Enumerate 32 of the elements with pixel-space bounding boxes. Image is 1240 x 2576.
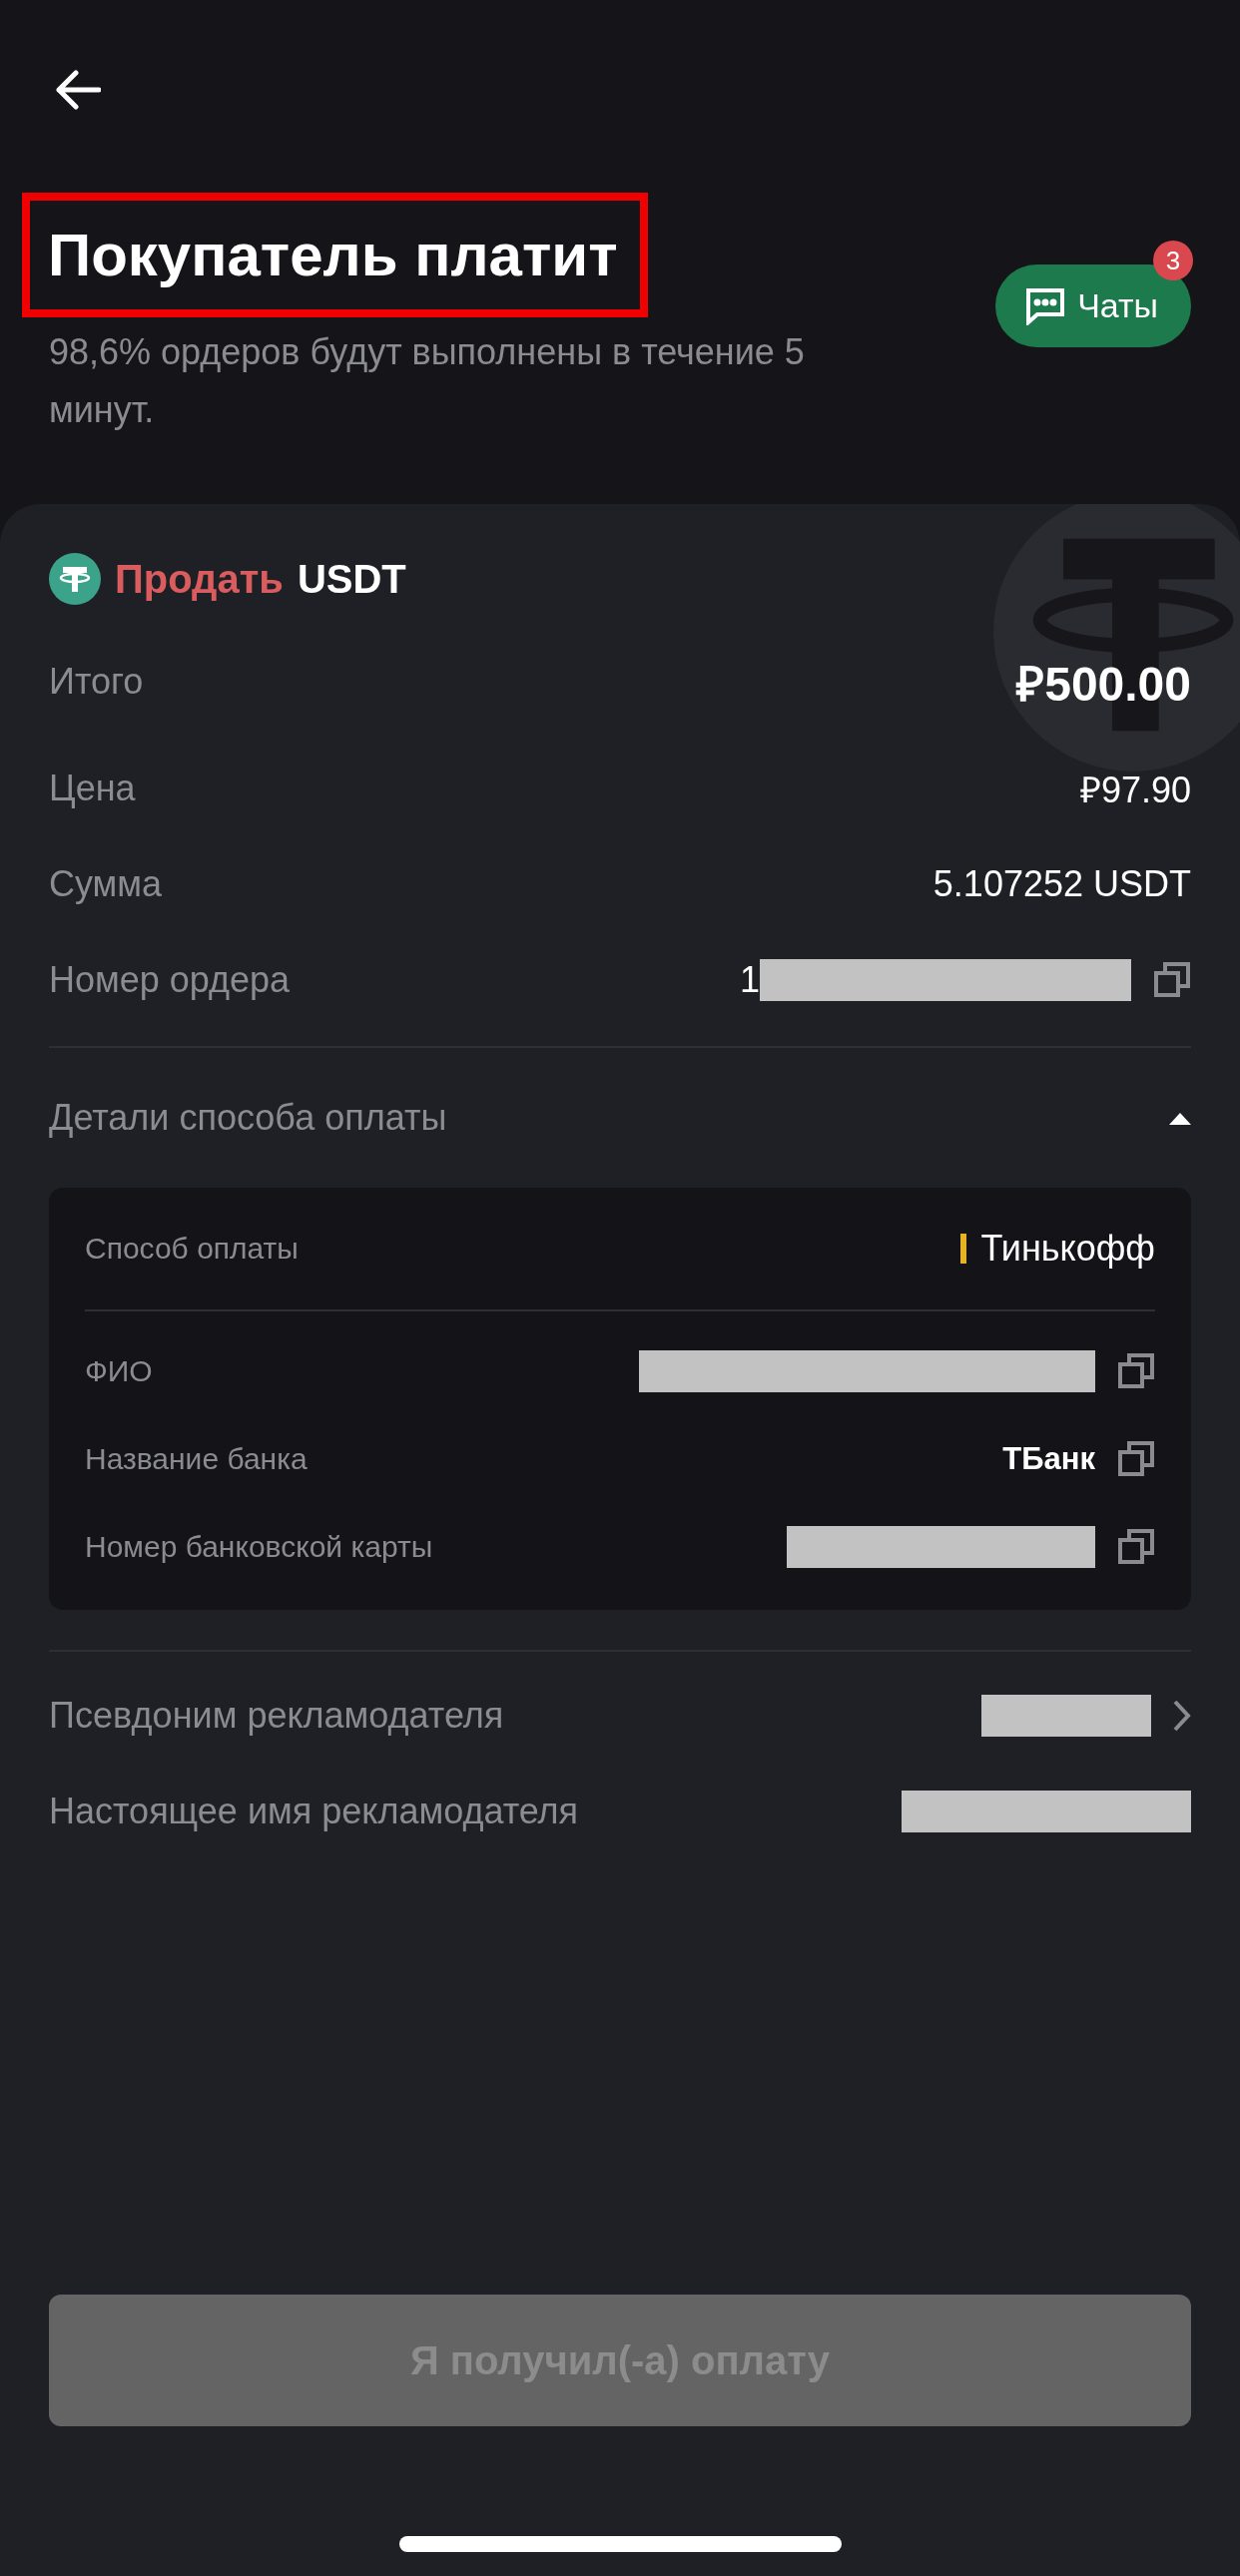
back-arrow-icon[interactable]	[55, 70, 101, 110]
chevron-right-icon[interactable]	[1173, 1700, 1191, 1732]
tether-coin-icon	[49, 553, 101, 605]
row-label: Псевдоним рекламодателя	[49, 1695, 504, 1737]
completion-note: 98,6% ордеров будут выполнены в течение 5 минут.	[49, 330, 806, 432]
trade-side: Продать	[115, 556, 284, 602]
caret-icon[interactable]	[1169, 1111, 1191, 1125]
method-marker	[960, 1234, 967, 1264]
row-label: Настоящее имя рекламодателя	[49, 1791, 579, 1832]
row-label: Цена	[49, 768, 136, 809]
copy-icon[interactable]	[1117, 1528, 1155, 1566]
row-label: Сумма	[49, 863, 163, 905]
copy-icon[interactable]	[1117, 1352, 1155, 1390]
page-title: Покупатель платит	[22, 193, 648, 317]
total-amount: ₽500.00	[1016, 656, 1191, 713]
copy-icon[interactable]	[1153, 961, 1191, 999]
unread-badge: 3	[1153, 241, 1193, 280]
bank-name: ТБанк	[1002, 1441, 1095, 1477]
asset-name: USDT	[297, 556, 406, 602]
order-number-digit: 1	[739, 959, 760, 1001]
copy-icon[interactable]	[1117, 1440, 1155, 1478]
row-label: Способ оплаты	[85, 1232, 299, 1266]
row-label: Итого	[49, 661, 144, 703]
chat-icon	[1025, 286, 1066, 325]
row-value: ₽97.90	[1079, 768, 1191, 812]
payment-method: Тинькофф	[980, 1228, 1155, 1270]
row-label: Номер банковской карты	[85, 1530, 433, 1564]
row-label: ФИО	[85, 1354, 153, 1388]
row-label: Номер ордера	[49, 959, 291, 1001]
row-label: Название банка	[85, 1442, 308, 1476]
section-title: Детали способа оплаты	[49, 1097, 447, 1139]
row-value: 5.107252 USDT	[932, 863, 1191, 905]
